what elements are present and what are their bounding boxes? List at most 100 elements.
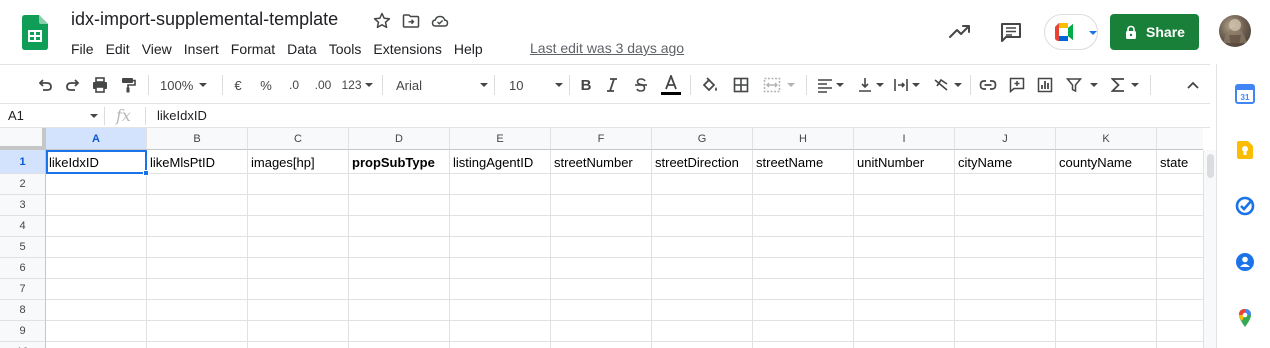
grid-cell[interactable] bbox=[955, 300, 1056, 321]
grid-cell[interactable] bbox=[147, 342, 248, 348]
grid-cell[interactable]: likeIdxID bbox=[46, 150, 147, 174]
grid-cell[interactable] bbox=[349, 237, 450, 258]
share-button[interactable]: Share bbox=[1110, 14, 1199, 50]
grid-cell[interactable] bbox=[46, 174, 147, 195]
italic-button[interactable] bbox=[603, 73, 621, 97]
decrease-decimal-button[interactable]: .0 bbox=[282, 73, 306, 97]
grid-cell[interactable]: propSubType bbox=[349, 150, 450, 174]
grid-cell[interactable] bbox=[551, 279, 652, 300]
grid-cell[interactable] bbox=[450, 300, 551, 321]
grid-cell[interactable] bbox=[349, 342, 450, 348]
grid-cell[interactable] bbox=[753, 237, 854, 258]
grid-cell[interactable] bbox=[955, 174, 1056, 195]
grid-cell[interactable] bbox=[1157, 174, 1203, 195]
user-avatar[interactable] bbox=[1219, 15, 1251, 47]
strikethrough-button[interactable] bbox=[632, 73, 650, 97]
grid-cell[interactable]: cityName bbox=[955, 150, 1056, 174]
grid-cell[interactable]: likeMlsPtID bbox=[147, 150, 248, 174]
horizontal-align-button[interactable] bbox=[814, 73, 846, 97]
grid-cell[interactable] bbox=[46, 279, 147, 300]
grid-cell[interactable] bbox=[753, 321, 854, 342]
grid-cell[interactable] bbox=[854, 258, 955, 279]
maps-icon[interactable] bbox=[1235, 308, 1255, 328]
grid-cell[interactable] bbox=[450, 237, 551, 258]
grid-cell[interactable] bbox=[551, 237, 652, 258]
document-title[interactable]: idx-import-supplemental-template bbox=[71, 9, 338, 30]
menu-view[interactable]: View bbox=[142, 41, 178, 57]
row-header[interactable]: 7 bbox=[0, 279, 46, 300]
grid-cell[interactable] bbox=[1056, 195, 1157, 216]
grid-cell[interactable]: streetNumber bbox=[551, 150, 652, 174]
paint-format-button[interactable] bbox=[116, 73, 140, 97]
bold-button[interactable]: B bbox=[577, 73, 595, 97]
grid-cell[interactable] bbox=[551, 300, 652, 321]
column-header[interactable]: K bbox=[1056, 128, 1157, 150]
grid-cell[interactable] bbox=[147, 216, 248, 237]
grid-cell[interactable]: state bbox=[1157, 150, 1203, 174]
cloud-saved-icon[interactable] bbox=[430, 11, 450, 31]
grid-cell[interactable] bbox=[248, 258, 349, 279]
grid-cell[interactable] bbox=[551, 321, 652, 342]
grid-cell[interactable] bbox=[1056, 342, 1157, 348]
grid-cell[interactable] bbox=[753, 195, 854, 216]
formula-input[interactable]: likeIdxID bbox=[157, 108, 207, 123]
grid-cell[interactable] bbox=[248, 321, 349, 342]
select-all-corner[interactable] bbox=[0, 128, 46, 150]
column-header[interactable]: E bbox=[450, 128, 551, 150]
grid-cell[interactable] bbox=[652, 237, 753, 258]
grid-cell[interactable] bbox=[1157, 321, 1203, 342]
grid-cell[interactable] bbox=[854, 195, 955, 216]
grid-cell[interactable] bbox=[652, 195, 753, 216]
menu-insert[interactable]: Insert bbox=[184, 41, 225, 57]
scrollbar-thumb[interactable] bbox=[1207, 154, 1214, 178]
grid-cell[interactable] bbox=[248, 279, 349, 300]
text-rotation-button[interactable] bbox=[930, 73, 964, 97]
insert-chart-button[interactable] bbox=[1035, 73, 1055, 97]
grid-cell[interactable] bbox=[753, 258, 854, 279]
grid-cell[interactable] bbox=[46, 300, 147, 321]
row-header[interactable]: 1 bbox=[0, 150, 46, 174]
grid-cell[interactable] bbox=[753, 174, 854, 195]
print-button[interactable] bbox=[88, 73, 112, 97]
menu-extensions[interactable]: Extensions bbox=[373, 41, 447, 57]
grid-cell[interactable] bbox=[450, 216, 551, 237]
grid-cell[interactable] bbox=[349, 279, 450, 300]
grid-cell[interactable]: streetDirection bbox=[652, 150, 753, 174]
grid-cell[interactable] bbox=[248, 237, 349, 258]
grid-cell[interactable] bbox=[1157, 258, 1203, 279]
menu-format[interactable]: Format bbox=[231, 41, 281, 57]
currency-format-button[interactable]: € bbox=[229, 73, 247, 97]
insert-comment-button[interactable] bbox=[1007, 73, 1027, 97]
grid-cell[interactable] bbox=[854, 216, 955, 237]
grid-cell[interactable] bbox=[147, 195, 248, 216]
sheets-logo-icon[interactable] bbox=[22, 15, 48, 50]
grid-cell[interactable] bbox=[1056, 258, 1157, 279]
grid-cell[interactable] bbox=[248, 195, 349, 216]
font-family-select[interactable]: Arial bbox=[396, 73, 488, 97]
vertical-scrollbar[interactable] bbox=[1203, 150, 1216, 348]
grid-cell[interactable] bbox=[46, 195, 147, 216]
grid-cell[interactable] bbox=[349, 300, 450, 321]
menu-edit[interactable]: Edit bbox=[106, 41, 136, 57]
grid-cell[interactable]: unitNumber bbox=[854, 150, 955, 174]
fill-handle[interactable] bbox=[143, 170, 149, 176]
grid-cell[interactable] bbox=[955, 321, 1056, 342]
grid-cell[interactable] bbox=[1157, 279, 1203, 300]
grid-cell[interactable] bbox=[955, 258, 1056, 279]
grid-cell[interactable] bbox=[450, 321, 551, 342]
grid-cell[interactable]: countyName bbox=[1056, 150, 1157, 174]
grid-cell[interactable] bbox=[1157, 216, 1203, 237]
grid-cell[interactable] bbox=[1056, 216, 1157, 237]
collapse-menu-button[interactable] bbox=[1183, 73, 1203, 97]
grid-cell[interactable] bbox=[955, 279, 1056, 300]
grid-cell[interactable] bbox=[450, 174, 551, 195]
grid-cell[interactable] bbox=[147, 321, 248, 342]
grid-cell[interactable] bbox=[349, 174, 450, 195]
meet-button[interactable] bbox=[1044, 14, 1098, 50]
name-box[interactable]: A1 bbox=[0, 104, 104, 128]
column-header[interactable]: G bbox=[652, 128, 753, 150]
last-edit-link[interactable]: Last edit was 3 days ago bbox=[530, 40, 684, 56]
grid-cell[interactable] bbox=[147, 174, 248, 195]
grid-cell[interactable] bbox=[248, 216, 349, 237]
grid-cell[interactable] bbox=[652, 279, 753, 300]
